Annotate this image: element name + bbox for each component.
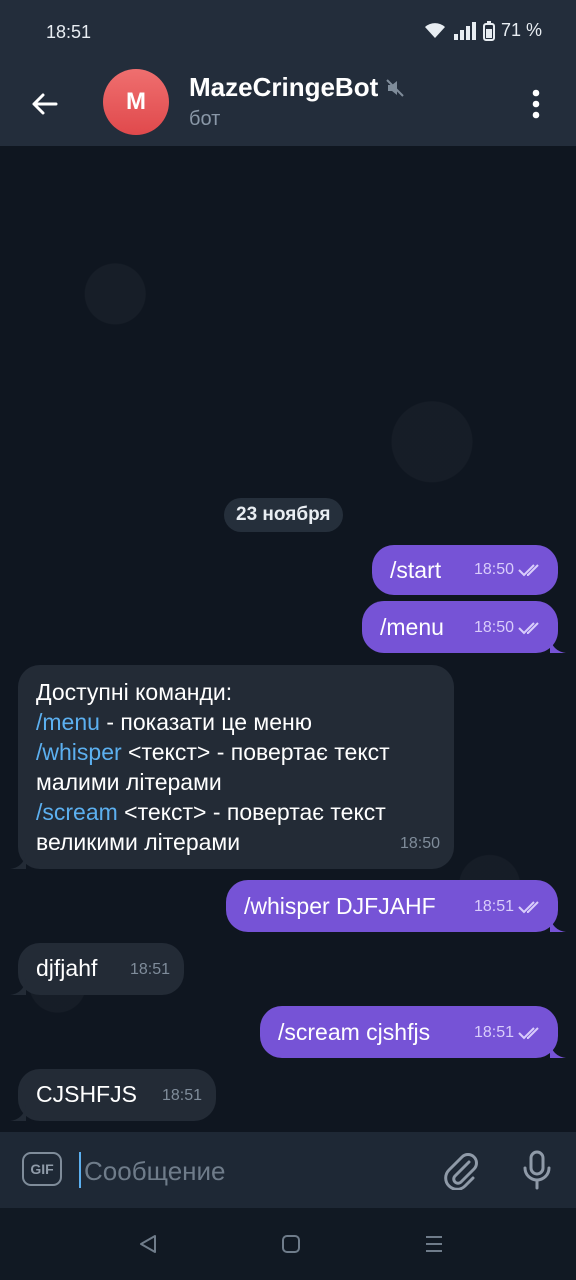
date-chip: 23 ноября xyxy=(224,498,343,532)
avatar[interactable]: M xyxy=(103,69,169,135)
message-text: /whisper DJFJAHF xyxy=(244,893,436,919)
paperclip-icon xyxy=(444,1153,478,1190)
bubble-tail xyxy=(550,637,566,653)
nav-home-button[interactable] xyxy=(275,1228,307,1260)
incoming-message[interactable]: Доступні команди: /menu - показати це ме… xyxy=(10,665,454,869)
message-line: Доступні команди: xyxy=(36,679,233,705)
battery-icon xyxy=(482,20,495,41)
more-menu-button[interactable] xyxy=(518,84,554,124)
message-time: 18:51 xyxy=(129,961,170,978)
incoming-message[interactable]: CJSHFJS 18:51 xyxy=(10,1069,216,1121)
message-meta: 18:51 xyxy=(474,892,544,922)
attach-button[interactable] xyxy=(440,1150,482,1192)
muted-speaker-icon xyxy=(386,78,404,97)
bubble-tail xyxy=(10,979,26,995)
gif-button[interactable]: GIF xyxy=(22,1152,62,1186)
command-description: <текст> - повертає текст xyxy=(117,799,386,825)
command-description: <текст> - повертає текст xyxy=(121,739,390,765)
double-check-icon xyxy=(518,622,539,635)
message-meta: 18:50 xyxy=(400,829,440,859)
incoming-message[interactable]: djfjahf 18:51 xyxy=(10,943,184,995)
message-line: /menu - показати це меню xyxy=(36,707,446,737)
message-composer: GIF xyxy=(0,1132,576,1208)
back-button[interactable] xyxy=(24,84,64,124)
message-time: 18:50 xyxy=(473,619,514,636)
nav-recents-button[interactable] xyxy=(418,1228,450,1260)
command-link[interactable]: /scream xyxy=(36,799,118,825)
message-meta: 18:51 xyxy=(162,1081,202,1111)
nav-back-button[interactable] xyxy=(132,1228,164,1260)
message-text: /menu xyxy=(380,614,444,640)
more-vertical-icon xyxy=(532,89,540,119)
message-time: 18:50 xyxy=(473,561,514,578)
outgoing-message[interactable]: /scream cjshfjs 18:51 xyxy=(260,1006,566,1058)
message-text: /start xyxy=(390,557,442,583)
message-list[interactable]: 23 ноября /start 18:50 /menu 18:50 Досту… xyxy=(0,146,576,1132)
outgoing-message[interactable]: /start 18:50 xyxy=(372,545,558,595)
microphone-button[interactable] xyxy=(516,1148,558,1192)
message-time: 18:51 xyxy=(161,1087,202,1104)
message-time: 18:51 xyxy=(473,1024,514,1041)
message-meta: 18:50 xyxy=(474,613,544,643)
message-line: /scream <текст> - повертає текст xyxy=(36,797,446,827)
double-check-icon xyxy=(518,901,539,914)
command-link[interactable]: /whisper xyxy=(36,739,122,765)
message-input[interactable] xyxy=(82,1150,416,1192)
chat-subtitle: бот xyxy=(189,108,221,130)
message-meta: 18:51 xyxy=(130,955,170,985)
status-icons: 71 % xyxy=(423,20,542,41)
message-line: /whisper <текст> - повертає текст xyxy=(36,737,446,767)
message-meta: 18:51 xyxy=(474,1018,544,1048)
command-description: - показати це меню xyxy=(99,709,312,735)
message-text: djfjahf xyxy=(36,955,98,981)
command-link[interactable]: /menu xyxy=(36,709,100,735)
status-time: 18:51 xyxy=(46,22,92,42)
microphone-icon xyxy=(523,1150,551,1190)
bubble-tail xyxy=(10,853,26,869)
double-check-icon xyxy=(518,564,539,577)
message-text: CJSHFJS xyxy=(36,1081,137,1107)
outgoing-message[interactable]: /menu 18:50 xyxy=(362,601,566,653)
square-home-icon xyxy=(282,1235,300,1253)
bubble-tail xyxy=(550,916,566,932)
message-time: 18:50 xyxy=(399,835,440,852)
double-check-icon xyxy=(518,1027,539,1040)
triangle-back-icon xyxy=(140,1235,156,1253)
message-meta: 18:50 xyxy=(474,555,544,585)
message-time: 18:51 xyxy=(473,898,514,915)
bubble-tail xyxy=(550,1042,566,1058)
chat-title-row[interactable]: MazeCringeBot xyxy=(189,72,404,103)
message-line: малими літерами xyxy=(36,769,222,795)
bubble-tail xyxy=(10,1105,26,1121)
message-line: великими літерами xyxy=(36,829,241,855)
status-bar: 18:51 71 % xyxy=(0,0,576,64)
chat-title: MazeCringeBot xyxy=(189,72,379,102)
message-text: /scream cjshfjs xyxy=(278,1019,431,1045)
signal-icon xyxy=(453,21,476,40)
menu-lines-icon xyxy=(426,1236,442,1252)
system-navigation-bar xyxy=(0,1208,576,1280)
chat-header: M MazeCringeBot бот xyxy=(0,64,576,146)
battery-level: 71 % xyxy=(500,20,542,40)
wifi-icon xyxy=(424,22,445,38)
outgoing-message[interactable]: /whisper DJFJAHF 18:51 xyxy=(226,880,566,932)
avatar-letter: M xyxy=(126,88,146,115)
arrow-left-icon xyxy=(32,93,58,115)
text-caret xyxy=(79,1152,81,1188)
